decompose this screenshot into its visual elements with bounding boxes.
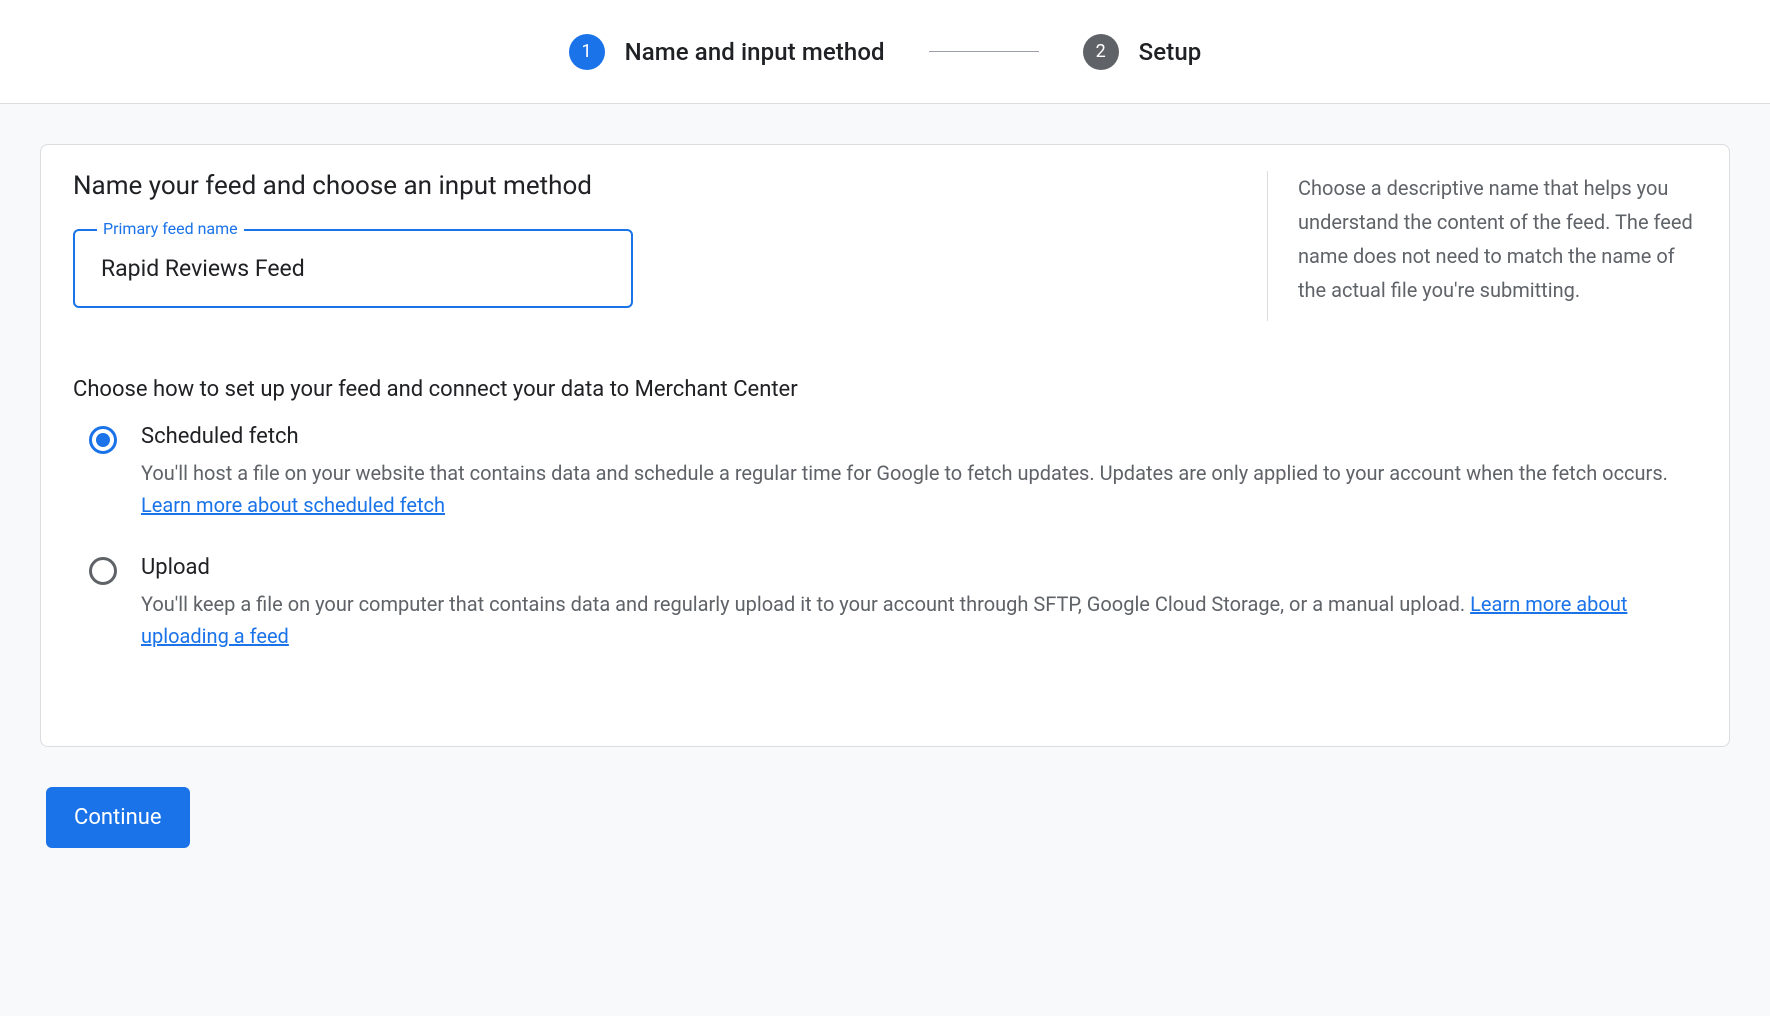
- step-1[interactable]: 1 Name and input method: [569, 34, 885, 70]
- radio-title-upload: Upload: [141, 555, 1697, 580]
- step-1-number: 1: [582, 41, 592, 62]
- step-2-number: 2: [1096, 41, 1106, 62]
- radio-desc-text-scheduled: You'll host a file on your website that …: [141, 461, 1668, 485]
- radio-title-scheduled: Scheduled fetch: [141, 424, 1697, 449]
- step-connector: [929, 51, 1039, 52]
- radio-desc-upload: You'll keep a file on your computer that…: [141, 588, 1697, 652]
- feed-name-label: Primary feed name: [97, 219, 244, 238]
- learn-more-scheduled-link[interactable]: Learn more about scheduled fetch: [141, 493, 445, 517]
- stepper: 1 Name and input method 2 Setup: [569, 34, 1202, 70]
- stepper-bar: 1 Name and input method 2 Setup: [0, 0, 1770, 104]
- radio-body-scheduled: Scheduled fetch You'll host a file on yo…: [141, 424, 1697, 521]
- step-1-label: Name and input method: [625, 38, 885, 66]
- step-2[interactable]: 2 Setup: [1083, 34, 1202, 70]
- radio-option-upload[interactable]: Upload You'll keep a file on your comput…: [73, 555, 1697, 652]
- choose-heading: Choose how to set up your feed and conne…: [73, 377, 1697, 402]
- radio-option-scheduled-fetch[interactable]: Scheduled fetch You'll host a file on yo…: [73, 424, 1697, 521]
- feed-name-field-wrapper: Primary feed name: [73, 229, 633, 308]
- feed-name-input[interactable]: [73, 229, 633, 308]
- step-2-label: Setup: [1139, 38, 1202, 66]
- radio-body-upload: Upload You'll keep a file on your comput…: [141, 555, 1697, 652]
- radio-scheduled-fetch[interactable]: [89, 426, 117, 454]
- help-text: Choose a descriptive name that helps you…: [1298, 171, 1697, 307]
- continue-button[interactable]: Continue: [46, 787, 190, 848]
- radio-desc-scheduled: You'll host a file on your website that …: [141, 457, 1697, 521]
- step-2-circle: 2: [1083, 34, 1119, 70]
- section-heading: Name your feed and choose an input metho…: [73, 171, 1227, 201]
- main-card: Name your feed and choose an input metho…: [40, 144, 1730, 747]
- radio-desc-text-upload: You'll keep a file on your computer that…: [141, 592, 1470, 616]
- card-left: Name your feed and choose an input metho…: [73, 171, 1227, 321]
- card-top-row: Name your feed and choose an input metho…: [73, 171, 1697, 321]
- step-1-circle: 1: [569, 34, 605, 70]
- content-wrapper: Name your feed and choose an input metho…: [0, 104, 1770, 888]
- help-panel: Choose a descriptive name that helps you…: [1267, 171, 1697, 321]
- radio-upload[interactable]: [89, 557, 117, 585]
